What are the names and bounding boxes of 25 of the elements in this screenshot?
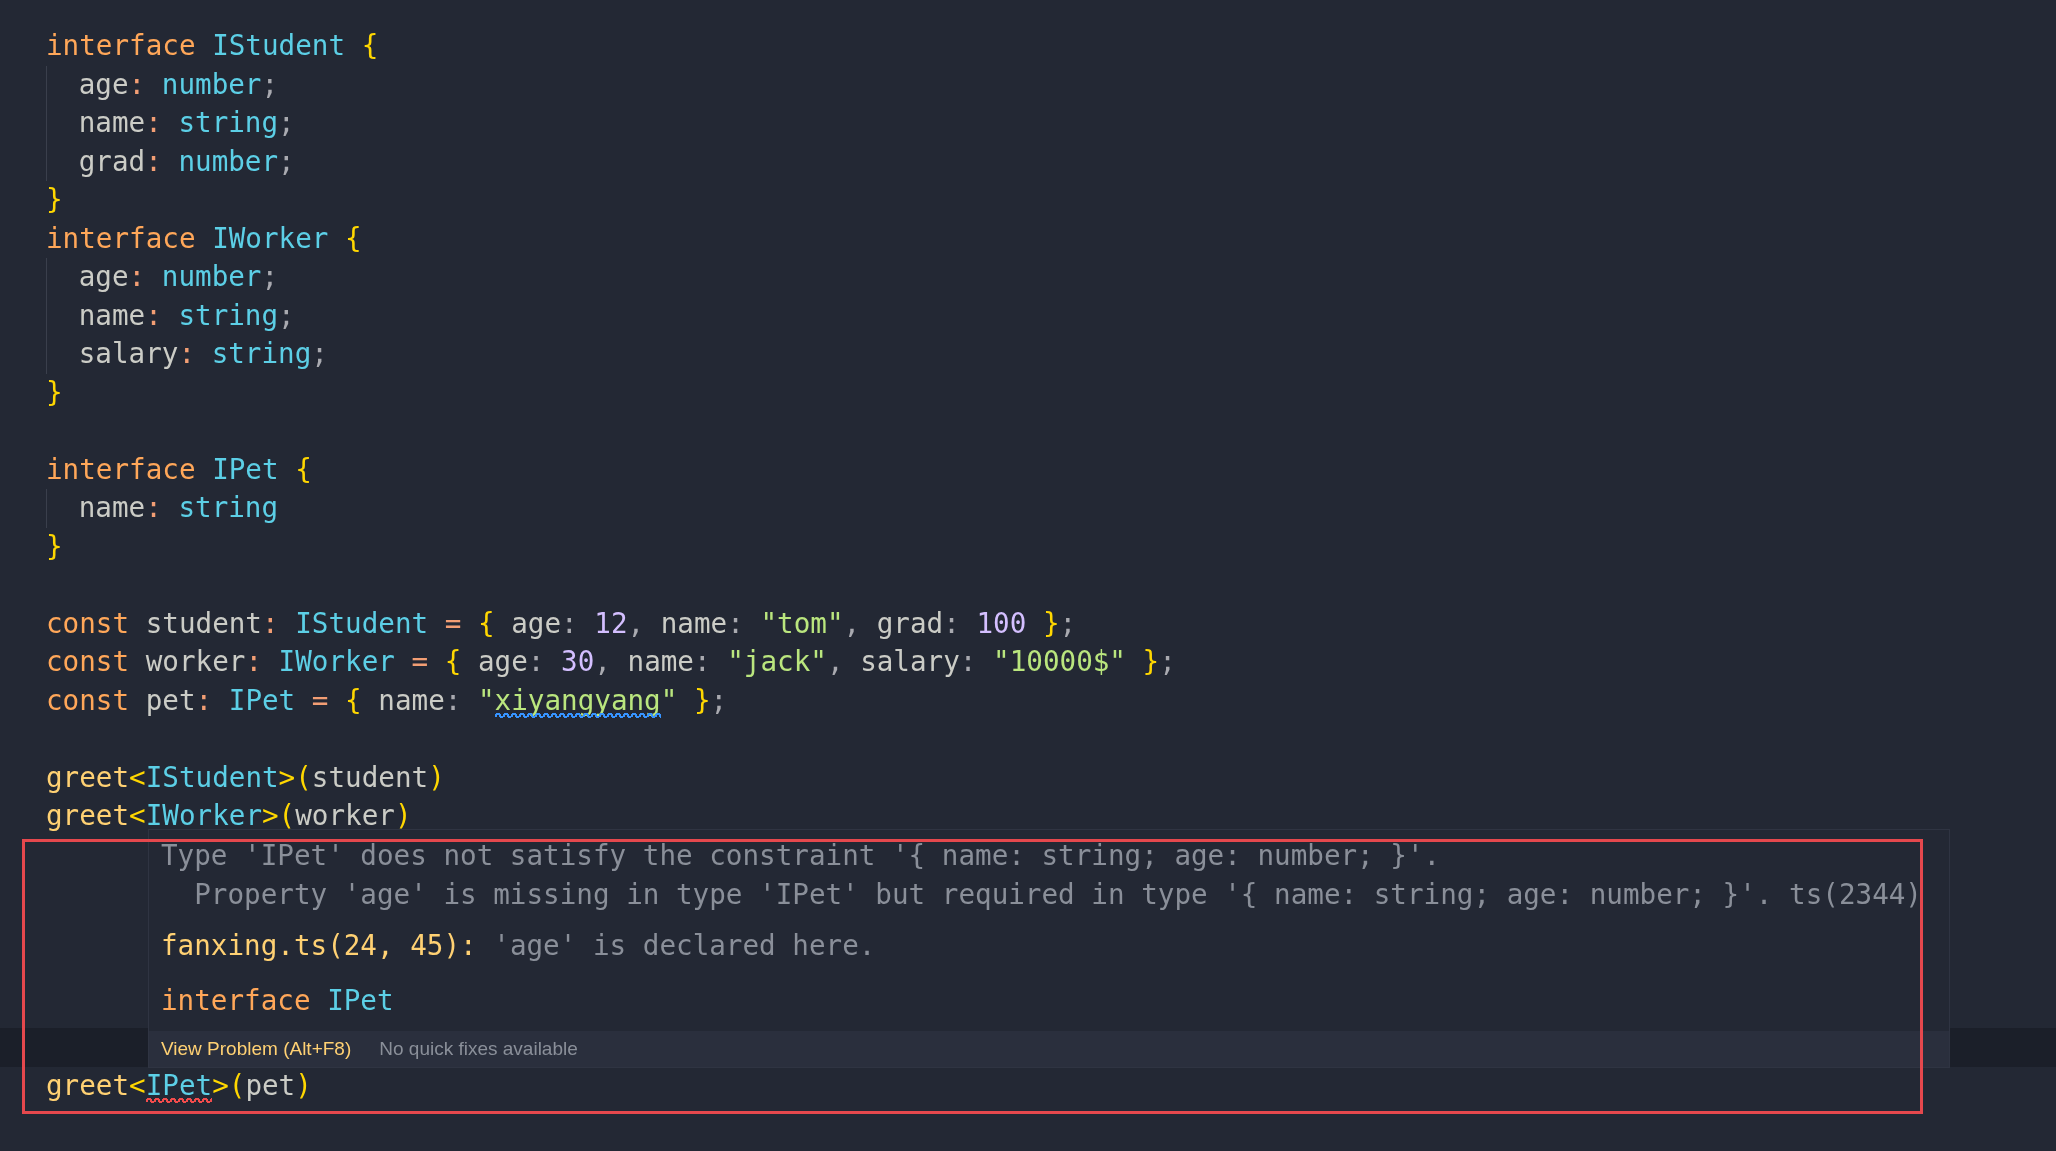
view-problem-link[interactable]: View Problem (Alt+F8): [161, 1038, 352, 1060]
code-line: interface IStudent {: [46, 28, 379, 64]
code-line: name: string: [46, 489, 279, 528]
code-line: name: string;: [46, 296, 295, 335]
code-line: greet<IWorker>(worker): [46, 798, 412, 834]
quick-fix-note: No quick fixes available: [379, 1038, 578, 1060]
code-line: age: number;: [46, 258, 279, 297]
type-signature: interface IPet: [160, 982, 395, 1019]
error-message: Type 'IPet' does not satisfy the constraint '{ name: string; age: number; }'.: [160, 838, 1442, 874]
code-line: }: [46, 528, 63, 565]
code-line: name: string;: [46, 104, 295, 143]
code-line: const student: IStudent = { age: 12, name: "tom", grad: 100 };: [46, 605, 1077, 642]
code-line: }: [46, 182, 63, 218]
related-info: fanxing.ts(24, 45): 'age' is declared here.: [160, 928, 877, 964]
code-line: const pet: IPet = { name: "xiyangyang" };: [46, 682, 728, 720]
code-line: interface IWorker {: [46, 220, 362, 257]
code-line: salary: string;: [46, 335, 328, 374]
code-line: const worker: IWorker = { age: 30, name: "jack", salary: "10000$" };: [46, 644, 1176, 680]
error-detail: Property 'age' is missing in type 'IPet' but required in type '{ name: string; age: number; }'. ts(2344): [193, 876, 1923, 913]
code-line: greet<IStudent>(student): [46, 759, 445, 796]
code-line: age: number;: [46, 65, 279, 104]
code-line: interface IPet {: [46, 451, 312, 488]
code-line: }: [46, 374, 63, 411]
code-line: greet<IPet>(pet): [46, 1067, 312, 1105]
code-line: grad: number;: [46, 142, 295, 181]
